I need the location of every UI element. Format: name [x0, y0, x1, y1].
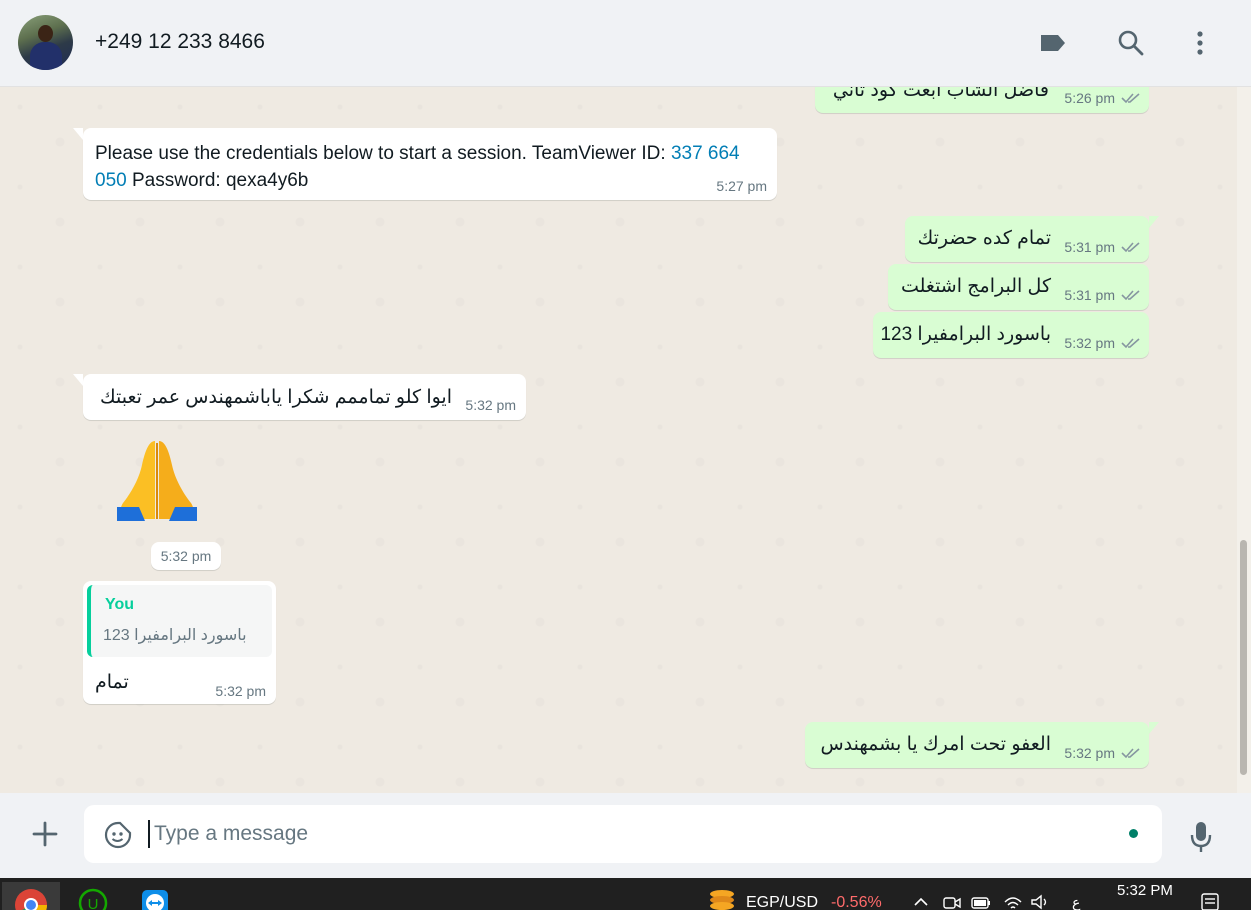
upwork-icon: U: [78, 888, 108, 910]
message-incoming-reply[interactable]: You باسورد البرامفيرا 123 تمام 5:32 pm: [83, 581, 276, 704]
avatar-body-shape: [30, 42, 62, 70]
message-outgoing[interactable]: تمام كده حضرتك 5:31 pm: [905, 216, 1149, 262]
message-composer: [0, 793, 1251, 878]
message-text: Please use the credentials below to star…: [95, 140, 755, 194]
message-meta: 5:27 pm: [716, 178, 767, 194]
chat-header: +249 12 233 8466: [0, 0, 1251, 87]
double-check-icon: [1121, 748, 1140, 759]
message-text: العفو تحت امرك يا بشمهندس: [820, 734, 1051, 755]
wifi-icon[interactable]: [1003, 894, 1023, 910]
teamviewer-id-part[interactable]: 050: [95, 170, 127, 191]
search-icon[interactable]: [1116, 28, 1146, 58]
message-meta: 5:26 pm: [1064, 90, 1141, 106]
message-time: 5:26 pm: [1064, 90, 1115, 106]
message-time: 5:31 pm: [1064, 287, 1115, 303]
chrome-icon: [15, 889, 48, 910]
os-taskbar: U EGP/USD -0.56% ع 5:32 PM: [0, 878, 1251, 910]
taskbar-teamviewer[interactable]: [126, 882, 184, 910]
message-outgoing[interactable]: العفو تحت امرك يا بشمهندس 5:32 pm: [805, 722, 1149, 768]
quoted-message[interactable]: You باسورد البرامفيرا 123: [87, 585, 272, 657]
message-meta: 5:32 pm: [1064, 745, 1141, 761]
chat-panel[interactable]: فاضل الشاب ابعت كود تاني 5:26 pm Please …: [0, 87, 1237, 793]
quote-author: You: [105, 596, 135, 613]
sticker-emoji-icon[interactable]: [104, 821, 132, 849]
chevron-up-icon[interactable]: [913, 894, 929, 910]
message-text: باسورد البرامفيرا 123: [880, 324, 1051, 345]
scrollbar-thumb[interactable]: [1240, 540, 1247, 775]
status-dot: [1129, 829, 1138, 838]
clock-time[interactable]: 5:32 PM: [1117, 882, 1173, 899]
bubble-tail: [73, 374, 83, 386]
currency-change: -0.56%: [831, 894, 882, 910]
message-time: 5:31 pm: [1064, 239, 1115, 255]
message-text: تمام كده حضرتك: [917, 228, 1051, 249]
double-check-icon: [1121, 290, 1140, 301]
message-input[interactable]: [154, 815, 1114, 853]
message-text-part: Please use the credentials below to star…: [95, 143, 671, 164]
message-meta: 5:32 pm: [1064, 335, 1141, 351]
camera-icon[interactable]: [943, 894, 961, 910]
double-check-icon: [1121, 242, 1140, 253]
avatar-head-shape: [38, 25, 53, 42]
text-caret: [148, 820, 150, 848]
notifications-icon[interactable]: [1200, 892, 1222, 910]
message-incoming[interactable]: ايوا كلو تماممم شكرا ياباشمهندس عمر تعبت…: [83, 374, 526, 420]
input-language[interactable]: ع: [1072, 894, 1080, 910]
message-outgoing[interactable]: فاضل الشاب ابعت كود تاني 5:26 pm: [815, 87, 1149, 113]
folded-hands-icon[interactable]: [115, 437, 199, 521]
message-time: 5:32 pm: [215, 683, 266, 699]
bubble-tail: [1149, 216, 1159, 228]
volume-icon[interactable]: [1030, 894, 1050, 910]
quote-text: باسورد البرامفيرا 123: [103, 627, 247, 644]
svg-text:U: U: [88, 896, 99, 910]
message-meta: 5:31 pm: [1064, 239, 1141, 255]
message-time: 5:32 pm: [1064, 745, 1115, 761]
double-check-icon: [1121, 338, 1140, 349]
message-outgoing[interactable]: كل البرامج اشتغلت 5:31 pm: [888, 264, 1149, 310]
attach-plus-icon[interactable]: [28, 817, 62, 851]
contact-name[interactable]: +249 12 233 8466: [95, 30, 265, 54]
label-icon[interactable]: [1038, 28, 1068, 58]
message-text: كل البرامج اشتغلت: [900, 276, 1051, 297]
message-incoming[interactable]: Please use the credentials below to star…: [83, 128, 777, 200]
message-time-chip: 5:32 pm: [151, 542, 221, 570]
teamviewer-id-part[interactable]: 337 664: [671, 143, 740, 164]
contact-avatar[interactable]: [18, 15, 73, 70]
message-outgoing[interactable]: باسورد البرامفيرا 123 5:32 pm: [873, 312, 1149, 358]
double-check-icon: [1121, 93, 1140, 104]
message-text: تمام: [95, 672, 129, 693]
coins-icon[interactable]: [708, 888, 736, 910]
taskbar-chrome[interactable]: [2, 882, 60, 910]
message-meta: 5:31 pm: [1064, 287, 1141, 303]
message-text-part: Password: qexa4y6b: [126, 170, 309, 191]
message-time: 5:27 pm: [716, 178, 767, 194]
kebab-menu-icon[interactable]: [1185, 28, 1215, 58]
bubble-tail: [1149, 722, 1159, 734]
taskbar-upwork[interactable]: U: [64, 882, 122, 910]
message-input-box[interactable]: [84, 805, 1162, 863]
currency-label[interactable]: EGP/USD: [746, 894, 818, 910]
message-time: 5:32 pm: [465, 397, 516, 413]
message-time: 5:32 pm: [1064, 335, 1115, 351]
teamviewer-icon: [142, 890, 168, 910]
bubble-tail: [73, 128, 83, 140]
microphone-icon[interactable]: [1186, 819, 1216, 855]
chat-scrollbar[interactable]: [1237, 87, 1251, 793]
battery-icon[interactable]: [970, 894, 992, 910]
message-text: فاضل الشاب ابعت كود تاني: [832, 87, 1049, 101]
message-meta: 5:32 pm: [215, 683, 266, 699]
message-text: ايوا كلو تماممم شكرا ياباشمهندس عمر تعبت…: [100, 387, 452, 408]
message-meta: 5:32 pm: [465, 397, 516, 413]
